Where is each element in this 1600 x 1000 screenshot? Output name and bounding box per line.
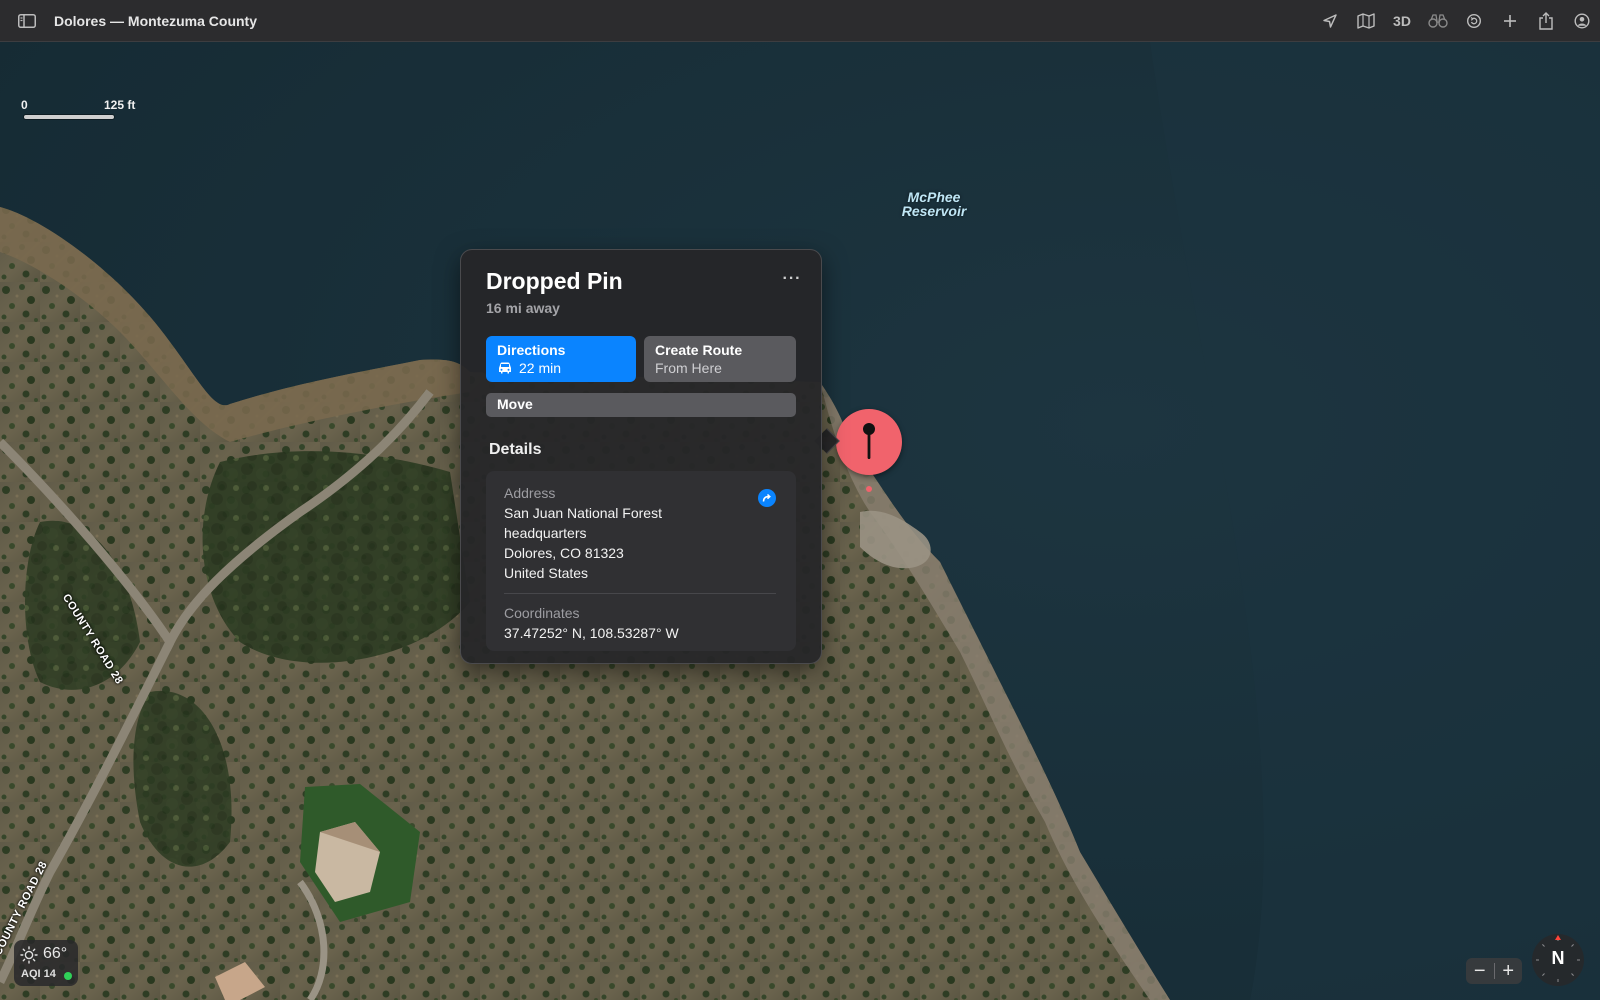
place-distance: 16 mi away	[486, 300, 560, 316]
scale-start-label: 0	[21, 98, 28, 112]
coordinates-label: Coordinates	[504, 605, 580, 621]
aqi-value: AQI 14	[21, 968, 56, 980]
dropped-pin-marker[interactable]	[836, 409, 902, 475]
window-title: Dolores — Montezuma County	[54, 12, 258, 29]
pin-location-dot	[866, 486, 872, 492]
temperature: 66°	[43, 945, 68, 962]
zoom-out-button[interactable]: −	[1466, 958, 1494, 984]
directions-eta: 22 min	[519, 360, 562, 376]
create-route-button[interactable]: Create Route From Here	[644, 336, 796, 382]
location-arrow-icon[interactable]	[1312, 7, 1348, 35]
map-icon[interactable]	[1348, 7, 1384, 35]
pin-icon	[863, 423, 875, 459]
weather-widget[interactable]: 66° AQI 14	[14, 940, 78, 986]
address-line: Dolores, CO 81323	[504, 545, 624, 561]
aqi-status-dot	[64, 972, 72, 980]
place-title: Dropped Pin	[486, 268, 623, 294]
binoculars-icon[interactable]	[1420, 7, 1456, 35]
zoom-control: − +	[1466, 958, 1522, 984]
details-divider	[504, 593, 776, 594]
water-label[interactable]: McPhee Reservoir	[880, 190, 988, 218]
car-icon	[499, 362, 511, 374]
address-label: Address	[504, 485, 556, 501]
address-value[interactable]: San Juan National Forest headquarters Do…	[504, 503, 662, 583]
compass-north-label: N	[1551, 948, 1565, 968]
sidebar-icon[interactable]	[16, 10, 38, 32]
address-line: headquarters	[504, 525, 587, 541]
address-line: United States	[504, 565, 589, 581]
scale-end-label: 125 ft	[104, 98, 136, 112]
create-route-sublabel: From Here	[655, 360, 722, 376]
details-heading: Details	[489, 441, 542, 458]
scale-line	[24, 115, 114, 119]
place-card: Dropped Pin 16 mi away ··· Directions 22…	[460, 249, 822, 664]
sun-icon	[20, 946, 38, 964]
coordinates-value[interactable]: 37.47252° N, 108.53287° W	[504, 623, 679, 643]
zoom-in-button[interactable]: +	[1495, 958, 1523, 984]
share-icon[interactable]	[1528, 7, 1564, 35]
create-route-label: Create Route	[655, 342, 743, 358]
directions-label: Directions	[497, 342, 566, 358]
toolbar: Dolores — Montezuma County 3D	[0, 0, 1600, 42]
address-line: San Juan National Forest	[504, 505, 662, 521]
plus-icon[interactable]	[1492, 7, 1528, 35]
refresh-icon[interactable]	[1456, 7, 1492, 35]
move-button[interactable]: Move	[486, 393, 796, 417]
compass-button[interactable]: N	[1532, 934, 1584, 986]
scale-bar: 0 125 ft	[20, 98, 150, 122]
more-options-button[interactable]: ···	[779, 270, 805, 288]
details-card: Address San Juan National Forest headqua…	[486, 471, 796, 651]
3d-button[interactable]: 3D	[1384, 7, 1420, 35]
directions-button[interactable]: Directions 22 min	[486, 336, 636, 382]
address-share-icon[interactable]	[758, 489, 776, 507]
person-circle-icon[interactable]	[1564, 7, 1600, 35]
